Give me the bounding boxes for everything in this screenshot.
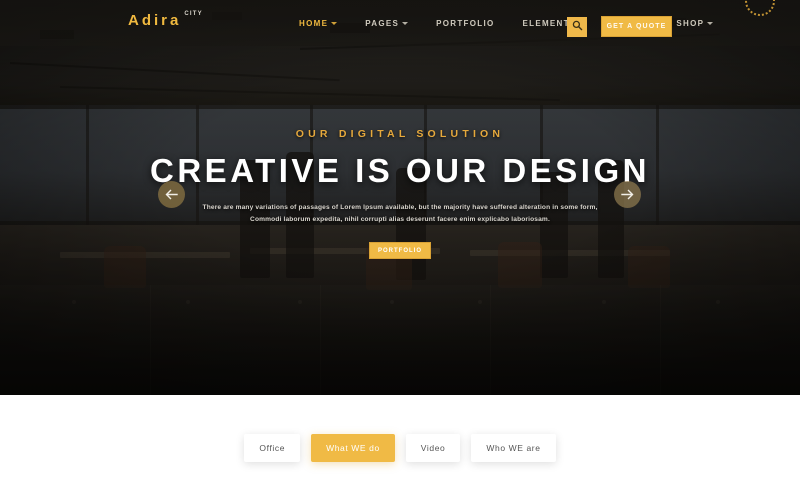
nav-item-portfolio[interactable]: PORTFOLIO xyxy=(422,19,508,28)
get-a-quote-button[interactable]: GET A QUOTE xyxy=(601,16,672,37)
filter-button-office[interactable]: Office xyxy=(244,433,301,462)
hero-caption: OUR DIGITAL SOLUTION CREATIVE IS OUR DES… xyxy=(0,128,800,260)
logo-name: Adira xyxy=(128,12,182,29)
slider-prev-button[interactable] xyxy=(158,181,185,208)
search-button[interactable] xyxy=(567,17,587,37)
hero-portfolio-button[interactable]: PORTFOLIO xyxy=(369,242,431,260)
filter-button-video[interactable]: Video xyxy=(405,433,461,462)
arrow-left-icon xyxy=(165,189,178,200)
nav-label: SHOP xyxy=(676,18,705,28)
nav-label: PAGES xyxy=(365,18,400,28)
site-header: Adira CITY HOME PAGES PORTFOLIO ELEMENTS… xyxy=(0,0,800,46)
logo-suffix: CITY xyxy=(184,11,203,17)
hero-description: There are many variations of passages of… xyxy=(202,204,598,224)
nav-item-shop[interactable]: SHOP xyxy=(662,19,727,28)
chevron-down-icon xyxy=(331,21,338,25)
slider-next-button[interactable] xyxy=(614,181,641,208)
portfolio-filter-section: Office What WE do Video Who WE are xyxy=(0,395,800,500)
filter-button-who-we-are[interactable]: Who WE are xyxy=(471,433,556,462)
chevron-down-icon xyxy=(402,21,409,25)
chevron-down-icon xyxy=(707,21,714,25)
hero-title: CREATIVE IS OUR DESIGN xyxy=(150,152,650,189)
search-icon xyxy=(572,18,583,36)
nav-item-home[interactable]: HOME xyxy=(285,19,351,28)
hero-slider: OUR DIGITAL SOLUTION CREATIVE IS OUR DES… xyxy=(0,0,800,395)
nav-label: HOME xyxy=(299,18,329,28)
nav-item-pages[interactable]: PAGES xyxy=(351,19,422,28)
page-root: OUR DIGITAL SOLUTION CREATIVE IS OUR DES… xyxy=(0,0,800,500)
nav-label: PORTFOLIO xyxy=(436,18,495,28)
site-logo[interactable]: Adira CITY xyxy=(128,11,203,29)
arrow-right-icon xyxy=(621,189,634,200)
filter-button-what-we-do[interactable]: What WE do xyxy=(311,433,395,462)
hero-subtitle: OUR DIGITAL SOLUTION xyxy=(295,128,505,140)
